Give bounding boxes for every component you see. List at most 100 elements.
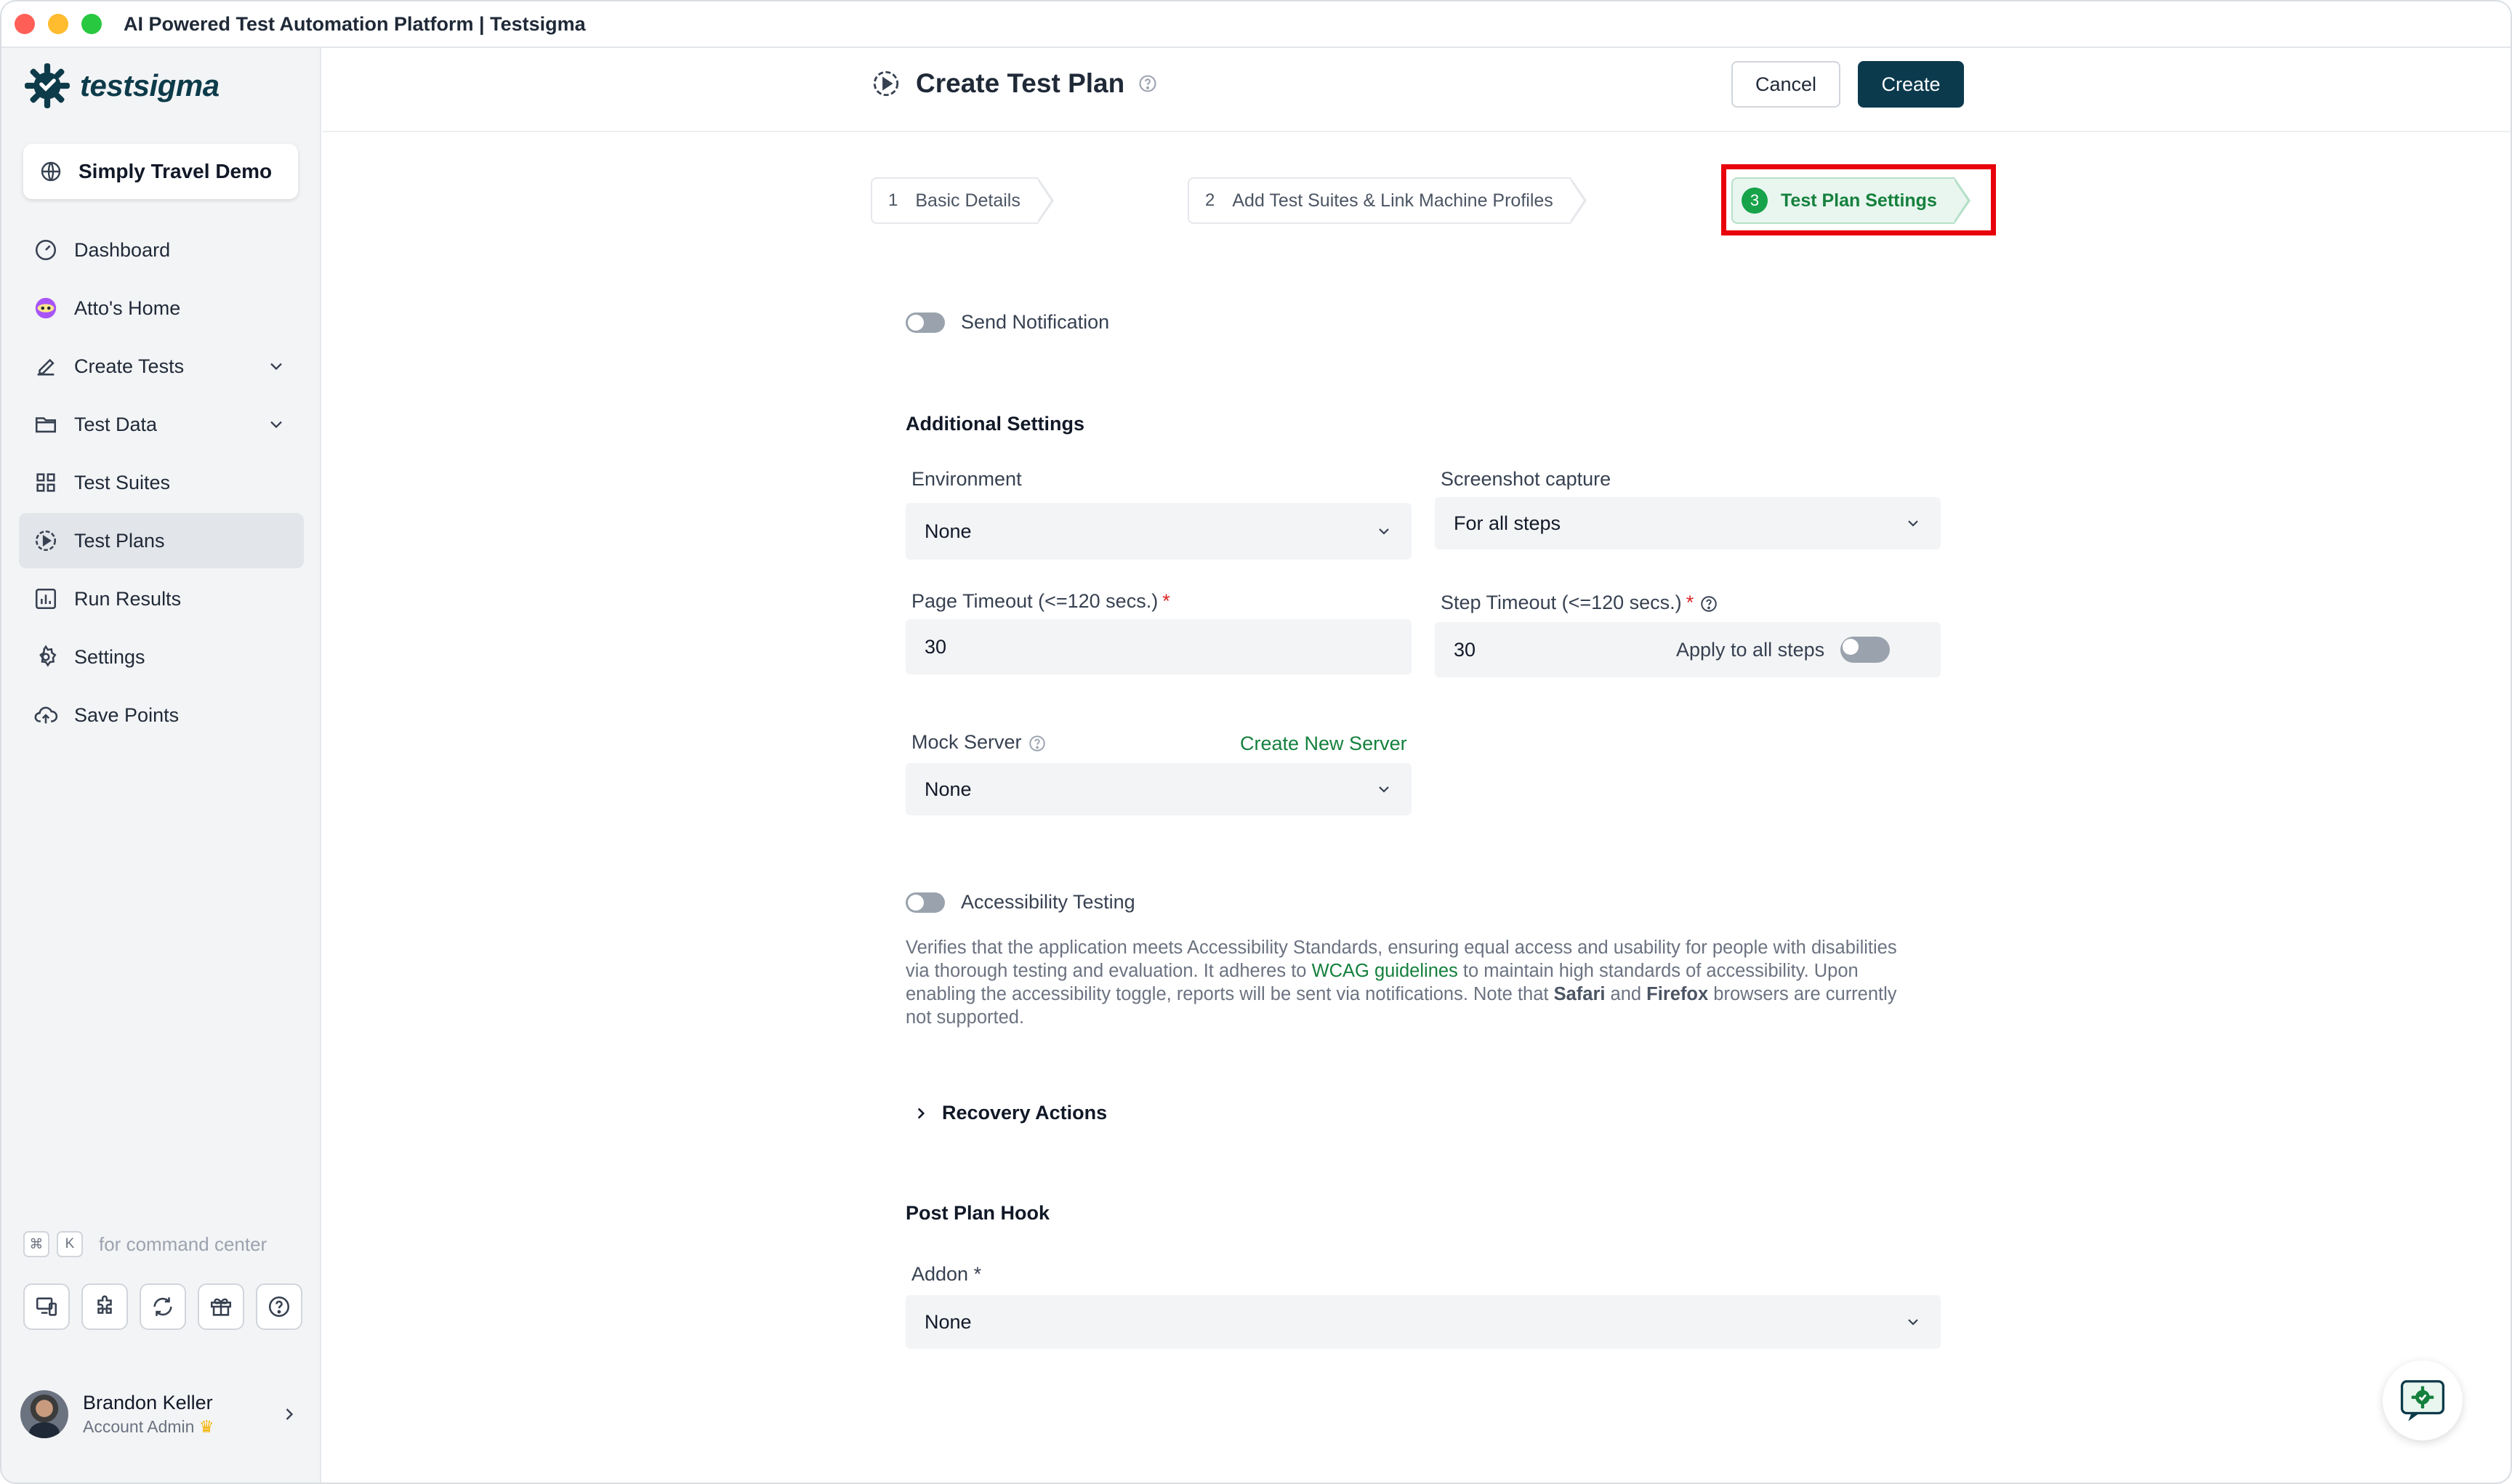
command-center-text: for command center (99, 1233, 267, 1255)
k-key: K (57, 1231, 83, 1257)
integrations-button[interactable] (140, 1283, 186, 1330)
sidebar-item-test-data[interactable]: Test Data (19, 397, 304, 452)
testsigma-logo-icon (25, 63, 70, 108)
highlight-box (1721, 164, 1996, 235)
project-selector[interactable]: Simply Travel Demo (23, 144, 298, 199)
chevron-down-icon (1908, 520, 1918, 527)
sidebar-item-save-points[interactable]: Save Points (19, 687, 304, 743)
page-title: Create Test Plan (916, 68, 1125, 98)
chevron-down-icon (1908, 1319, 1918, 1326)
cancel-button[interactable]: Cancel (1731, 61, 1840, 108)
sidebar-item-dashboard[interactable]: Dashboard (19, 222, 304, 278)
help-icon (268, 1296, 290, 1318)
send-notification-toggle[interactable] (906, 312, 945, 333)
addon-value: None (925, 1310, 972, 1333)
apply-to-all-steps-toggle[interactable] (1840, 637, 1890, 663)
desc-text: and (1605, 984, 1647, 1004)
mock-server-value: None (925, 778, 972, 800)
addons-button[interactable] (81, 1283, 128, 1330)
chevron-down-icon[interactable] (266, 356, 286, 376)
globe-icon (41, 161, 61, 182)
mock-server-label-text: Mock Server (911, 731, 1022, 753)
sidebar-item-attos-home[interactable]: Atto's Home (19, 281, 304, 336)
help-icon[interactable] (1028, 734, 1047, 753)
avatar (20, 1390, 68, 1438)
page-timeout-label: Page Timeout (<=120 secs.) * (911, 590, 1170, 612)
addon-select[interactable]: None (906, 1295, 1941, 1349)
sidebar-nav: Dashboard Atto's Home Create Tests Test … (19, 222, 304, 746)
sidebar-item-run-results[interactable]: Run Results (19, 571, 304, 626)
accessibility-testing-row: Accessibility Testing (906, 891, 1135, 914)
close-window-button[interactable] (15, 14, 35, 34)
sidebar-item-label: Test Plans (74, 529, 165, 552)
play-circle-icon (35, 530, 57, 552)
step-number: 1 (888, 190, 898, 210)
devices-button[interactable] (23, 1283, 70, 1330)
gauge-icon (35, 239, 57, 261)
assistant-chat-button[interactable] (2383, 1360, 2463, 1440)
accessibility-testing-toggle[interactable] (906, 892, 945, 913)
command-center-hint[interactable]: ⌘ K for command center (23, 1231, 267, 1257)
create-new-server-link[interactable]: Create New Server (1240, 733, 1407, 755)
window-title: AI Powered Test Automation Platform | Te… (124, 13, 586, 35)
recovery-actions-label: Recovery Actions (942, 1102, 1108, 1124)
project-name: Simply Travel Demo (78, 160, 273, 182)
sidebar-item-label: Save Points (74, 703, 180, 726)
page-timeout-label-text: Page Timeout (<=120 secs.) (911, 590, 1159, 612)
sidebar-item-label: Settings (74, 645, 145, 668)
environment-select[interactable]: None (906, 503, 1412, 560)
page-timeout-input[interactable]: 30 (906, 619, 1412, 674)
sidebar-item-settings[interactable]: Settings (19, 629, 304, 685)
addon-label: Addon * (911, 1263, 982, 1285)
additional-settings-heading: Additional Settings (906, 413, 1084, 435)
sidebar-toolbar (23, 1283, 314, 1330)
whats-new-button[interactable] (198, 1283, 244, 1330)
zoom-window-button[interactable] (81, 14, 102, 34)
recovery-actions-toggle[interactable]: Recovery Actions (911, 1102, 1107, 1124)
sidebar: testsigma Simply Travel Demo Dashboard A… (1, 48, 321, 1483)
sidebar-item-label: Create Tests (74, 355, 185, 377)
cmd-key: ⌘ (23, 1231, 49, 1257)
title-bar: AI Powered Test Automation Platform | Te… (1, 1, 2511, 48)
pencil-icon (37, 358, 55, 376)
help-icon[interactable] (1138, 73, 1158, 94)
play-circle-icon (873, 70, 899, 97)
brand-name: testsigma (80, 68, 220, 102)
sidebar-item-create-tests[interactable]: Create Tests (19, 339, 304, 394)
chevron-right-icon (286, 1408, 294, 1420)
help-button[interactable] (256, 1283, 302, 1330)
step-label: Add Test Suites & Link Machine Profiles (1232, 190, 1553, 211)
apply-to-all-steps-label: Apply to all steps (1676, 638, 1825, 661)
chevron-down-icon[interactable] (266, 414, 286, 435)
crown-icon: ♛ (198, 1417, 214, 1436)
step-timeout-value: 30 (1454, 638, 1476, 661)
environment-label: Environment (911, 468, 1022, 490)
sidebar-item-label: Atto's Home (74, 297, 181, 319)
desc-firefox: Firefox (1646, 984, 1709, 1004)
atto-icon (35, 297, 57, 319)
step-timeout-input[interactable]: 30 Apply to all steps (1435, 622, 1941, 677)
testsigma-logo[interactable]: testsigma (23, 60, 220, 112)
sidebar-item-test-suites[interactable]: Test Suites (19, 455, 304, 510)
grid-icon (36, 473, 55, 492)
wcag-guidelines-link[interactable]: WCAG guidelines (1312, 961, 1458, 981)
mock-server-select[interactable]: None (906, 763, 1412, 815)
screenshot-capture-select[interactable]: For all steps (1435, 497, 1941, 549)
sidebar-item-test-plans[interactable]: Test Plans (19, 513, 304, 568)
chevron-down-icon (1379, 528, 1389, 535)
cloud-upload-icon (34, 706, 58, 724)
help-icon[interactable] (1699, 594, 1718, 613)
user-name: Brandon Keller (83, 1392, 213, 1414)
step-timeout-label: Step Timeout (<=120 secs.) * (1441, 592, 1718, 614)
step-add-test-suites[interactable]: 2 Add Test Suites & Link Machine Profiles (1188, 177, 1587, 224)
minimize-window-button[interactable] (48, 14, 68, 34)
step-basic-details[interactable]: 1 Basic Details (871, 177, 1054, 224)
sidebar-item-label: Test Data (74, 413, 158, 435)
desc-safari: Safari (1553, 984, 1606, 1004)
user-profile[interactable]: Brandon Keller Account Admin ♛ (20, 1385, 304, 1443)
create-button[interactable]: Create (1858, 61, 1964, 108)
screenshot-capture-label: Screenshot capture (1441, 468, 1611, 490)
puzzle-icon (97, 1295, 112, 1314)
screenshot-capture-value: For all steps (1454, 512, 1561, 534)
chevron-right-icon (917, 1108, 925, 1118)
